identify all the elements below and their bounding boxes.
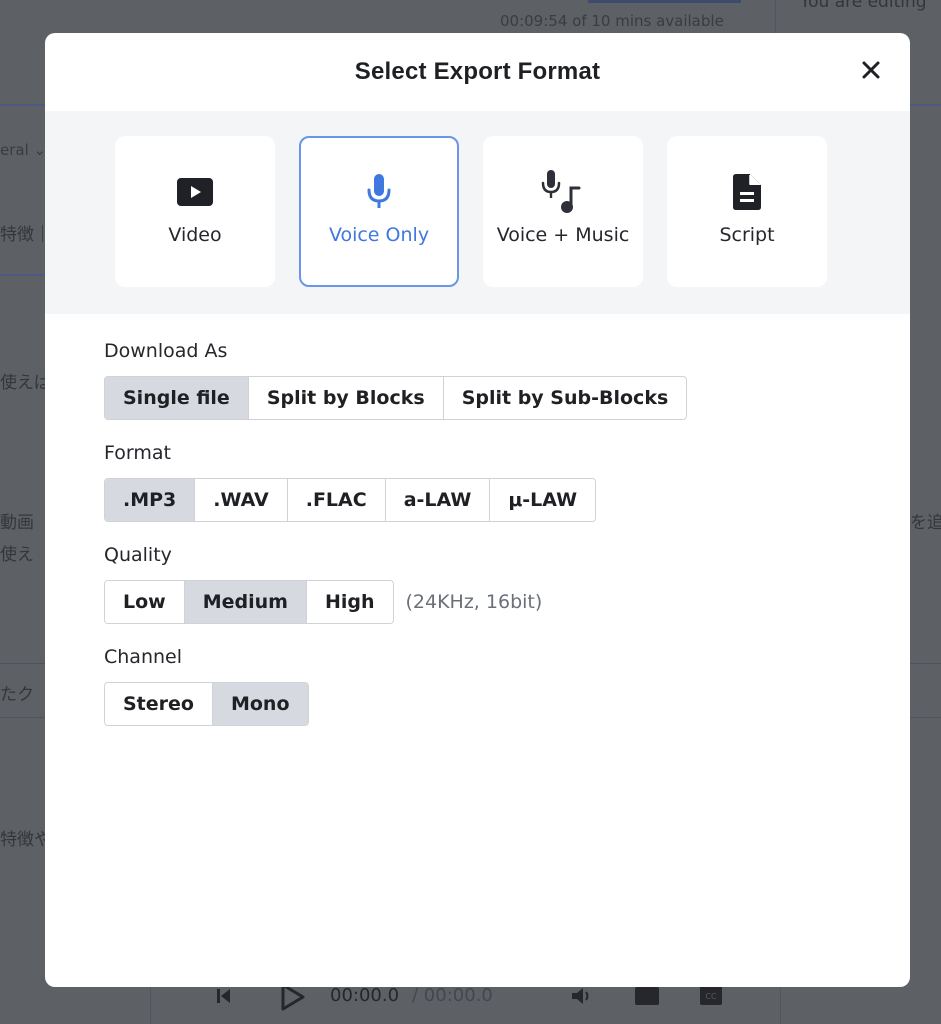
download-single-file-button[interactable]: Single file [105,377,249,419]
background-line [0,104,45,106]
quality-low-button[interactable]: Low [105,581,185,623]
background-dropdown: eral ⌄ [0,141,47,159]
current-time: 00:00.0 [330,985,400,1006]
play-icon[interactable] [278,982,308,1016]
usage-text: 00:09:54 of 10 mins available [500,12,724,30]
quality-high-button[interactable]: High [306,581,393,623]
quality-medium-button[interactable]: Medium [184,581,307,623]
clapperboard-icon[interactable] [634,984,660,1010]
export-type-label: Voice Only [328,224,430,246]
divider [775,0,776,33]
download-split-blocks-button[interactable]: Split by Blocks [248,377,444,419]
download-as-section: Download As Single file Split by Blocks … [45,340,910,420]
skip-back-icon[interactable] [216,987,232,1009]
export-type-label: Video [168,224,222,246]
channel-mono-button[interactable]: Mono [212,683,308,725]
format-flac-button[interactable]: .FLAC [287,479,386,521]
channel-stereo-button[interactable]: Stereo [105,683,213,725]
channel-label: Channel [104,646,183,668]
format-mu-law-button[interactable]: μ-LAW [490,479,596,521]
format-label: Format [104,442,171,464]
svg-text:CC: CC [705,992,717,1001]
export-type-voice-music[interactable]: Voice + Music [483,136,643,287]
closed-captions-icon[interactable]: CC [700,984,722,1010]
total-time: / 00:00.0 [412,985,493,1006]
export-type-script[interactable]: Script [667,136,827,287]
document-icon [733,172,761,212]
export-format-dialog: Select Export Format Video Voice Only Vo… [45,33,910,987]
quality-section: Quality Low Medium High (24KHz, 16bit) [45,544,910,624]
quality-segmented-control: Low Medium High [104,580,394,624]
export-type-video[interactable]: Video [115,136,275,287]
quality-hint: (24KHz, 16bit) [405,591,543,613]
quality-label: Quality [104,544,172,566]
background-progress-bar [588,0,741,3]
export-type-selector: Video Voice Only Voice + Music Script [45,111,910,314]
format-segmented-control: .MP3 .WAV .FLAC a-LAW μ-LAW [104,478,597,522]
microphone-icon [366,172,392,212]
background-line [910,104,941,106]
close-icon [862,61,880,79]
background-line [0,274,45,276]
channel-section: Channel Stereo Mono [45,646,910,726]
media-player: 00:00.0 / 00:00.0 CC [150,983,781,1024]
background-text: たク [0,685,34,705]
download-split-sub-blocks-button[interactable]: Split by Sub-Blocks [443,377,687,419]
format-wav-button[interactable]: .WAV [195,479,288,521]
format-mp3-button[interactable]: .MP3 [105,479,196,521]
video-play-icon [177,172,213,212]
close-button[interactable] [860,59,882,81]
background-text: 特徴｜ [0,225,51,245]
background-text: 特徴や [0,830,51,850]
volume-icon[interactable] [570,986,594,1010]
dialog-title: Select Export Format [354,58,601,85]
format-a-law-button[interactable]: a-LAW [385,479,491,521]
background-text: を追 [910,513,941,533]
download-as-segmented-control: Single file Split by Blocks Split by Sub… [104,376,688,420]
background-text: 使え [0,545,34,565]
export-type-label: Script [719,224,775,246]
background-text: 使えば [0,373,51,393]
export-type-label: Voice + Music [496,224,630,246]
microphone-music-icon [541,170,585,213]
export-type-voice-only[interactable]: Voice Only [299,136,459,287]
download-as-label: Download As [104,340,228,362]
editing-text: You are editing [800,0,927,12]
dialog-header: Select Export Format [45,33,910,111]
background-text: 動画 [0,513,34,533]
channel-segmented-control: Stereo Mono [104,682,309,726]
format-section: Format .MP3 .WAV .FLAC a-LAW μ-LAW [45,442,910,522]
